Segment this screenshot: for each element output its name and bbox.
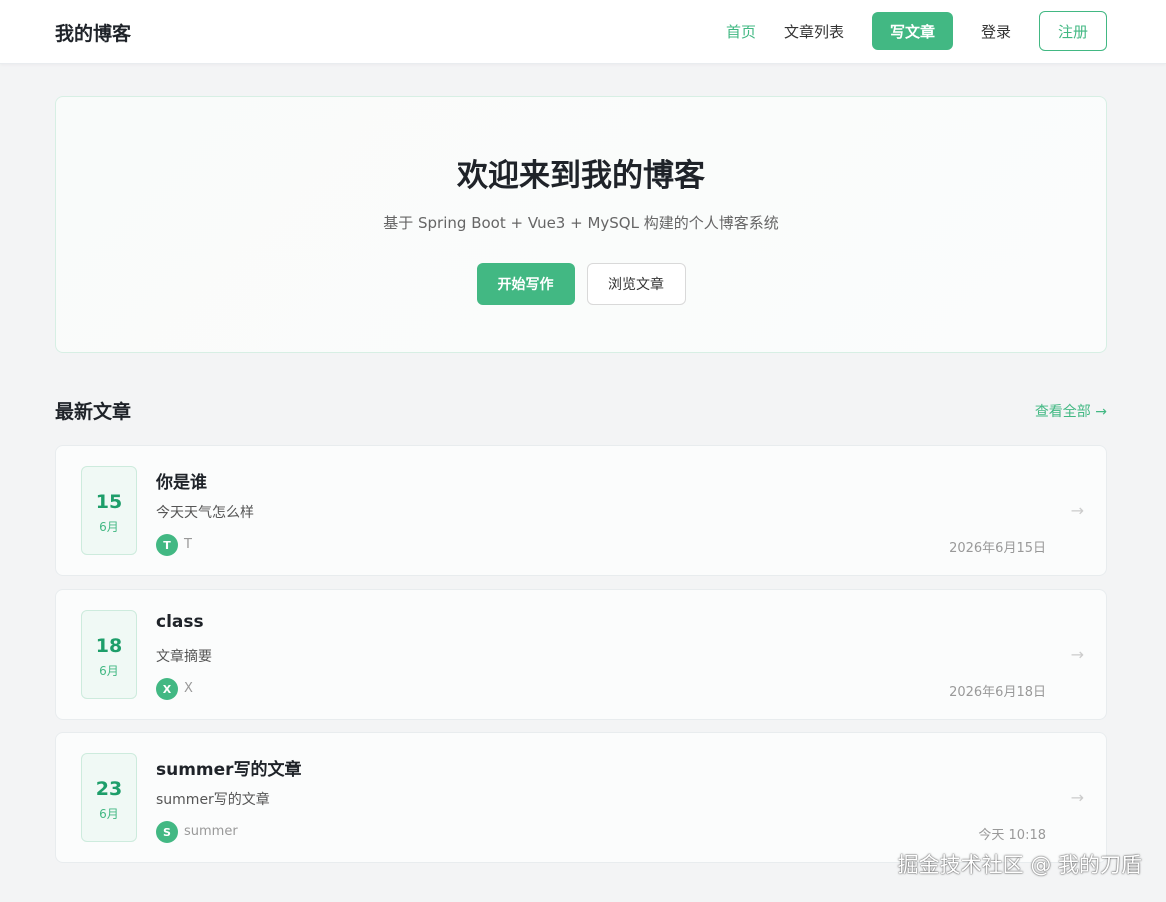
register-button[interactable]: 注册 <box>1039 11 1107 51</box>
post-title[interactable]: summer写的文章 <box>156 755 302 780</box>
post-date-badge: 15 6月 <box>81 466 137 555</box>
latest-section-title: 最新文章 <box>55 401 132 423</box>
nav-login[interactable]: 登录 <box>981 21 1011 42</box>
post-day: 15 <box>95 491 123 513</box>
author-name: summer <box>184 824 238 839</box>
author-avatar: X <box>156 678 178 700</box>
view-all-link[interactable]: 查看全部 → <box>1035 401 1107 421</box>
hero-banner: 欢迎来到我的博客 基于 Spring Boot + Vue3 + MySQL 构… <box>55 96 1107 353</box>
post-title[interactable]: class <box>156 612 204 632</box>
hero-actions: 开始写作 浏览文章 <box>56 263 1106 305</box>
arrow-right-icon: → <box>1070 788 1084 807</box>
post-month: 6月 <box>99 807 119 821</box>
post-day: 18 <box>95 635 123 657</box>
author-avatar: T <box>156 534 178 556</box>
post-card[interactable]: 15 6月 你是谁 今天天气怎么样 T T 2026年6月15日 → <box>55 445 1107 576</box>
post-month: 6月 <box>99 520 119 534</box>
write-article-button[interactable]: 写文章 <box>871 12 953 50</box>
hero-title: 欢迎来到我的博客 <box>457 158 705 194</box>
post-day: 23 <box>95 778 123 800</box>
arrow-right-icon: → <box>1070 501 1084 520</box>
post-card[interactable]: 23 6月 summer写的文章 summer写的文章 S summer 今天 … <box>55 732 1107 863</box>
post-date-badge: 18 6月 <box>81 610 137 699</box>
post-card[interactable]: 18 6月 class 文章摘要 X X 2026年6月18日 → <box>55 589 1107 720</box>
nav-home[interactable]: 首页 <box>726 21 756 42</box>
browse-articles-button[interactable]: 浏览文章 <box>586 263 686 305</box>
post-summary: 今天天气怎么样 <box>156 505 254 521</box>
hero-subtitle: 基于 Spring Boot + Vue3 + MySQL 构建的个人博客系统 <box>383 214 779 232</box>
post-publish-date: 今天 10:18 <box>978 828 1046 843</box>
post-summary: summer写的文章 <box>156 792 270 808</box>
start-writing-button[interactable]: 开始写作 <box>476 263 575 305</box>
author-name: T <box>184 537 192 552</box>
site-logo[interactable]: 我的博客 <box>55 19 131 46</box>
nav-articles[interactable]: 文章列表 <box>784 21 844 42</box>
watermark: 掘金技术社区 @ 我的刀盾 <box>897 853 1142 877</box>
post-publish-date: 2026年6月15日 <box>949 541 1046 556</box>
arrow-right-icon: → <box>1070 645 1084 664</box>
post-month: 6月 <box>99 664 119 678</box>
top-header: 我的博客 首页 文章列表 写文章 登录 注册 <box>0 0 1166 64</box>
post-title[interactable]: 你是谁 <box>156 468 207 493</box>
post-summary: 文章摘要 <box>156 649 212 665</box>
author-name: X <box>184 681 193 696</box>
author-avatar: S <box>156 821 178 843</box>
post-publish-date: 2026年6月18日 <box>949 685 1046 700</box>
post-date-badge: 23 6月 <box>81 753 137 842</box>
main-nav: 首页 文章列表 写文章 登录 注册 <box>726 11 1107 51</box>
